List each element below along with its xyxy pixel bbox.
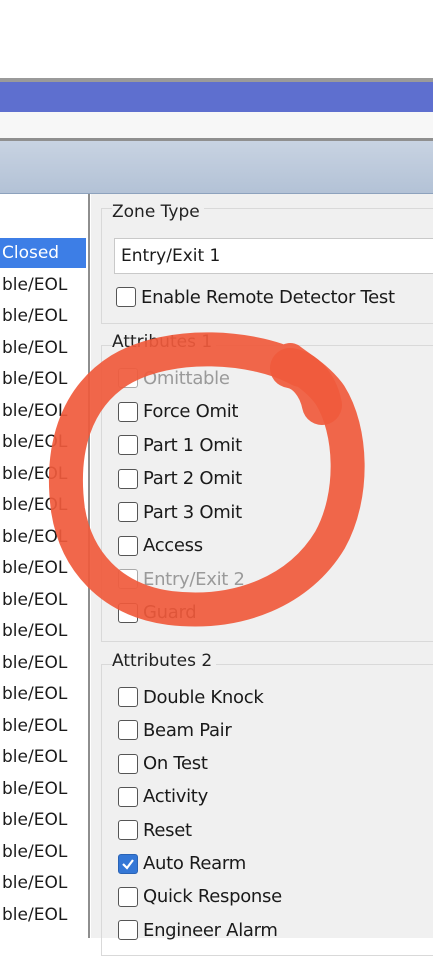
zone-list-item[interactable]: Closed — [0, 238, 86, 268]
checkbox-label: Guard — [143, 602, 197, 623]
attributes2-checkbox-reset[interactable]: Reset — [118, 816, 192, 844]
attributes2-checkbox-on-test[interactable]: On Test — [118, 750, 208, 778]
checkbox-box[interactable] — [116, 287, 136, 307]
zone-list-item[interactable]: ble/EOL — [0, 742, 86, 772]
header-strip — [0, 141, 433, 194]
checkbox-box[interactable] — [118, 820, 138, 841]
attributes1-checkbox-access[interactable]: Access — [118, 532, 203, 560]
zone-list-item[interactable]: ble/EOL — [0, 427, 86, 457]
checkbox-box[interactable] — [118, 602, 138, 623]
checkbox-label: Part 2 Omit — [143, 468, 242, 489]
checkbox-label: Entry/Exit 2 — [143, 568, 245, 590]
checkbox-box[interactable] — [118, 920, 138, 941]
checkbox-label: Access — [143, 535, 203, 556]
attributes1-checkbox-guard[interactable]: Guard — [118, 599, 197, 627]
checkbox-box[interactable] — [118, 502, 138, 522]
zone-list-item[interactable]: ble/EOL — [0, 490, 86, 520]
checkbox-box[interactable] — [118, 720, 138, 741]
zone-list-item[interactable]: ble/EOL — [0, 522, 86, 552]
window-title-bar[interactable] — [0, 82, 433, 112]
zone-list-item[interactable]: ble/EOL — [0, 585, 86, 615]
zone-list-item[interactable]: ble/EOL — [0, 616, 86, 646]
checkbox-label: Omittable — [143, 367, 230, 389]
attributes2-checkbox-auto-rearm[interactable]: Auto Rearm — [118, 850, 246, 878]
checkbox-box[interactable] — [118, 853, 138, 874]
zone-list-item[interactable]: ble/EOL — [0, 774, 86, 804]
checkbox-label: Part 1 Omit — [143, 434, 242, 456]
checkbox-box[interactable] — [118, 435, 138, 455]
checkbox-box[interactable] — [118, 401, 138, 422]
checkbox-label: Auto Rearm — [143, 853, 246, 874]
zone-list-item[interactable]: ble/EOL — [0, 900, 86, 930]
checkbox-box — [118, 569, 138, 589]
top-blank-area — [0, 0, 433, 80]
zone-list-item[interactable]: ble/EOL — [0, 459, 86, 489]
checkmark-icon — [122, 858, 134, 870]
checkbox-box — [118, 368, 138, 388]
zone-list-item[interactable]: ble/EOL — [0, 396, 86, 426]
checkbox-label: Quick Response — [143, 886, 282, 908]
zone-list[interactable]: Closed ble/EOL ble/EOL ble/EOL ble/EOL ble/EO… — [0, 194, 90, 938]
checkbox-label: Reset — [143, 819, 192, 841]
attributes1-checkbox-part-2-omit[interactable]: Part 2 Omit — [118, 465, 242, 493]
checkbox-box[interactable] — [118, 753, 138, 774]
checkbox-label: Activity — [143, 786, 208, 808]
zone-list-item[interactable]: ble/EOL — [0, 837, 86, 867]
checkbox-box[interactable] — [118, 468, 138, 489]
window-frame-gap — [0, 112, 433, 138]
checkbox-label: Double Knock — [143, 686, 264, 708]
zone-type-label: Zone Type — [112, 202, 204, 222]
checkbox-box[interactable] — [118, 886, 138, 907]
attributes2-checkbox-quick-response[interactable]: Quick Response — [118, 883, 282, 911]
zone-list-item[interactable]: ble/EOL — [0, 868, 86, 898]
zone-list-item[interactable]: ble/EOL — [0, 301, 86, 331]
zone-type-dropdown[interactable]: Entry/Exit 1 — [114, 238, 433, 274]
attributes2-checkbox-beam-pair[interactable]: Beam Pair — [118, 716, 232, 744]
checkbox-box[interactable] — [118, 535, 138, 556]
checkbox-label: Force Omit — [143, 401, 239, 422]
checkbox-box[interactable] — [118, 687, 138, 707]
attributes2-checkbox-engineer-alarm[interactable]: Engineer Alarm — [118, 916, 278, 944]
attributes2-checkbox-activity[interactable]: Activity — [118, 783, 208, 811]
attributes1-label: Attributes 1 — [112, 332, 217, 352]
remote-detector-test-checkbox[interactable]: Enable Remote Detector Test — [116, 283, 395, 311]
attributes1-checkbox-entry-exit-2: Entry/Exit 2 — [118, 565, 245, 593]
attributes1-checkbox-part-1-omit[interactable]: Part 1 Omit — [118, 431, 242, 459]
zone-list-item[interactable]: ble/EOL — [0, 679, 86, 709]
zone-list-item[interactable]: ble/EOL — [0, 364, 86, 394]
checkbox-label: Engineer Alarm — [143, 919, 278, 941]
checkbox-box[interactable] — [118, 786, 138, 807]
zone-list-item[interactable]: ble/EOL — [0, 648, 86, 678]
attributes2-label: Attributes 2 — [112, 651, 217, 671]
zone-list-item[interactable]: ble/EOL — [0, 711, 86, 741]
zone-list-item[interactable]: ble/EOL — [0, 553, 86, 583]
checkbox-label: On Test — [143, 753, 208, 775]
checkbox-label: Part 3 Omit — [143, 501, 242, 523]
attributes1-checkbox-omittable: Omittable — [118, 364, 230, 392]
zone-list-item[interactable]: ble/EOL — [0, 805, 86, 835]
checkbox-label: Beam Pair — [143, 719, 232, 741]
zone-list-item[interactable]: ble/EOL — [0, 270, 86, 300]
checkbox-label: Enable Remote Detector Test — [141, 286, 395, 308]
zone-list-item[interactable]: ble/EOL — [0, 333, 86, 363]
attributes1-checkbox-force-omit[interactable]: Force Omit — [118, 398, 238, 426]
attributes1-checkbox-part-3-omit[interactable]: Part 3 Omit — [118, 498, 242, 526]
attributes2-checkbox-double-knock[interactable]: Double Knock — [118, 683, 264, 711]
